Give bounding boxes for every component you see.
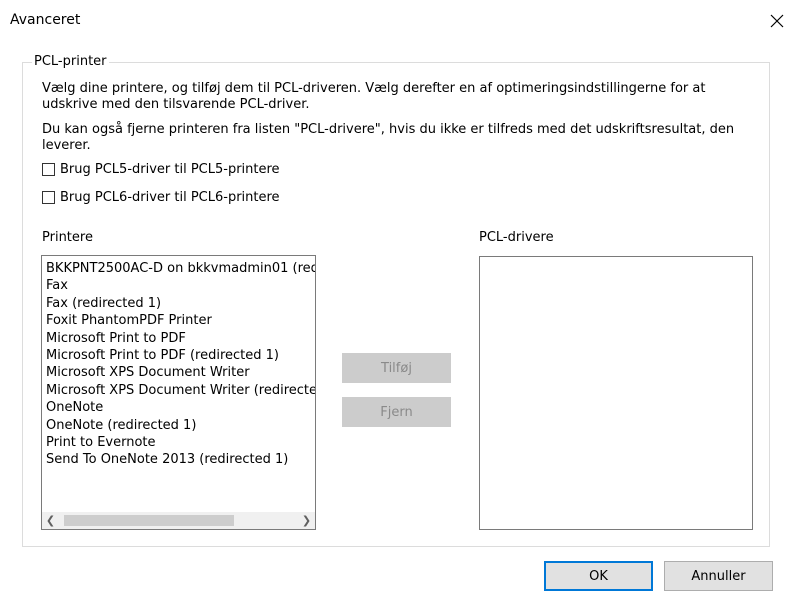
close-button[interactable] bbox=[760, 6, 790, 36]
window-title: Avanceret bbox=[10, 12, 81, 28]
printer-list-item[interactable]: Print to Evernote bbox=[46, 434, 315, 451]
scroll-left-icon[interactable]: ❮ bbox=[42, 512, 59, 529]
pcl-drivers-listbox[interactable] bbox=[479, 256, 753, 530]
title-bar: Avanceret bbox=[0, 0, 790, 40]
printers-listbox[interactable]: BKKPNT2500AC-D on bkkvmadmin01 (redirect… bbox=[41, 255, 316, 530]
printer-list-item[interactable]: Send To OneNote 2013 (redirected 1) bbox=[46, 451, 315, 468]
pcl6-checkbox-row[interactable]: Brug PCL6-driver til PCL6-printere bbox=[42, 190, 280, 205]
pcl6-checkbox-label[interactable]: Brug PCL6-driver til PCL6-printere bbox=[60, 190, 280, 205]
printer-list-item[interactable]: OneNote (redirected 1) bbox=[46, 417, 315, 434]
close-icon bbox=[770, 14, 784, 28]
printer-list-item[interactable]: BKKPNT2500AC-D on bkkvmadmin01 (redirect… bbox=[46, 260, 315, 277]
description-text-2: Du kan også fjerne printeren fra listen … bbox=[42, 122, 735, 153]
pcl6-checkbox[interactable] bbox=[42, 191, 55, 204]
group-legend: PCL-printer bbox=[32, 54, 109, 69]
printer-list-item[interactable]: Fax (redirected 1) bbox=[46, 295, 315, 312]
pcl5-checkbox-row[interactable]: Brug PCL5-driver til PCL5-printere bbox=[42, 162, 280, 177]
scroll-right-icon[interactable]: ❯ bbox=[298, 512, 315, 529]
ok-button[interactable]: OK bbox=[544, 561, 653, 591]
printer-list-item[interactable]: Microsoft XPS Document Writer bbox=[46, 364, 315, 381]
printer-list-item[interactable]: Foxit PhantomPDF Printer bbox=[46, 312, 315, 329]
printer-list-item[interactable]: OneNote bbox=[46, 399, 315, 416]
printer-list-item[interactable]: Microsoft Print to PDF bbox=[46, 330, 315, 347]
horizontal-scrollbar[interactable]: ❮ ❯ bbox=[42, 512, 315, 529]
pcl5-checkbox[interactable] bbox=[42, 163, 55, 176]
printer-list-item[interactable]: Fax bbox=[46, 277, 315, 294]
printer-list-item[interactable]: Microsoft Print to PDF (redirected 1) bbox=[46, 347, 315, 364]
scrollbar-thumb[interactable] bbox=[64, 515, 234, 526]
cancel-button[interactable]: Annuller bbox=[664, 561, 773, 591]
description-text-1: Vælg dine printere, og tilføj dem til PC… bbox=[42, 81, 706, 112]
pcl-drivers-label: PCL-drivere bbox=[479, 230, 554, 245]
add-button[interactable]: Tilføj bbox=[342, 353, 451, 383]
printer-list-item[interactable]: Microsoft XPS Document Writer (redirecte… bbox=[46, 382, 315, 399]
pcl5-checkbox-label[interactable]: Brug PCL5-driver til PCL5-printere bbox=[60, 162, 280, 177]
printers-label: Printere bbox=[42, 230, 93, 245]
remove-button[interactable]: Fjern bbox=[342, 397, 451, 427]
